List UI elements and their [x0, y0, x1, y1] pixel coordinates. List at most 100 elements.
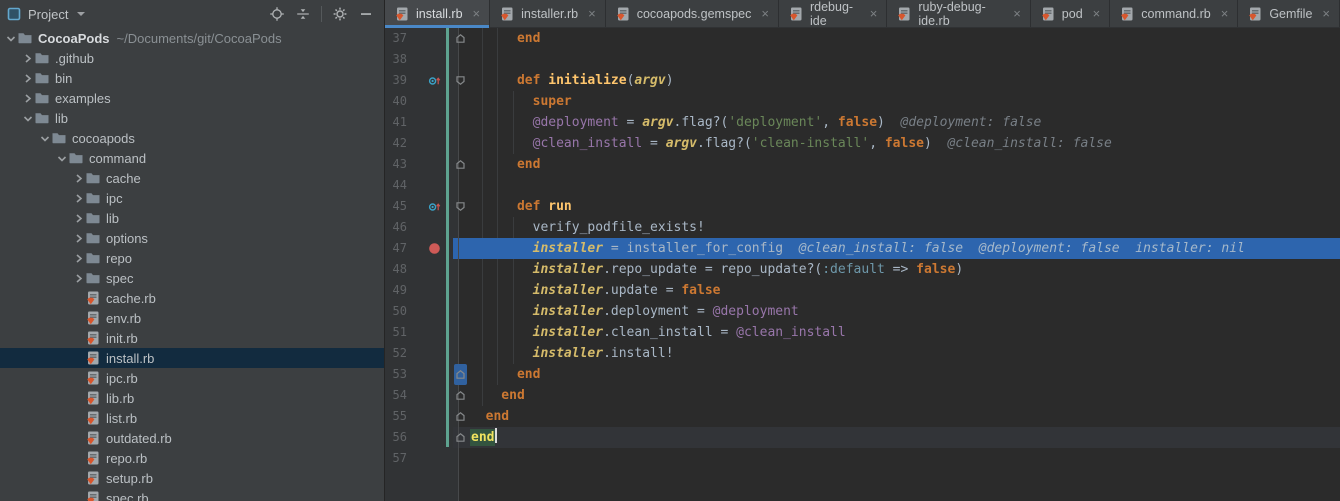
code-line-39[interactable]: 39 def initialize(argv)	[385, 70, 1340, 91]
code-line-37[interactable]: 37 end	[385, 28, 1340, 49]
locate-icon[interactable]	[269, 6, 285, 22]
code-text[interactable]: end	[453, 364, 1340, 385]
tree-item-CocoaPods[interactable]: CocoaPods~/Documents/git/CocoaPods	[0, 28, 384, 48]
tab-installer.rb[interactable]: installer.rb×	[490, 0, 606, 27]
project-view-selector[interactable]: Project	[6, 6, 85, 22]
tab-command.rb[interactable]: command.rb×	[1110, 0, 1238, 27]
code-text[interactable]: @deployment = argv.flag?('deployment', f…	[453, 112, 1340, 133]
code-line-46[interactable]: 46 verify_podfile_exists!	[385, 217, 1340, 238]
code-text[interactable]: def run	[453, 196, 1340, 217]
close-icon[interactable]: ×	[1013, 7, 1021, 20]
tree-item-spec.rb[interactable]: spec.rb	[0, 488, 384, 501]
code-text[interactable]: @clean_install = argv.flag?('clean-insta…	[453, 133, 1340, 154]
chevron-right-icon[interactable]	[71, 213, 85, 224]
code-line-41[interactable]: 41 @deployment = argv.flag?('deployment'…	[385, 112, 1340, 133]
code-text[interactable]	[453, 448, 1340, 469]
code-line-43[interactable]: 43 end	[385, 154, 1340, 175]
fold-close-icon[interactable]	[454, 28, 467, 49]
chevron-down-icon[interactable]	[37, 133, 51, 144]
tree-item-init.rb[interactable]: init.rb	[0, 328, 384, 348]
settings-gear-icon[interactable]	[332, 6, 348, 22]
fold-close-icon[interactable]	[454, 385, 467, 406]
code-text[interactable]: end	[453, 427, 1340, 448]
chevron-down-icon[interactable]	[54, 153, 68, 164]
breakpoint-icon[interactable]	[411, 238, 441, 259]
code-text[interactable]: end	[453, 154, 1340, 175]
tree-item-cache.rb[interactable]: cache.rb	[0, 288, 384, 308]
code-text[interactable]: end	[453, 406, 1340, 427]
code-line-42[interactable]: 42 @clean_install = argv.flag?('clean-in…	[385, 133, 1340, 154]
tab-rdebug-ide[interactable]: rdebug-ide×	[779, 0, 887, 27]
code-text[interactable]: installer.deployment = @deployment	[453, 301, 1340, 322]
fold-close-icon[interactable]	[454, 154, 467, 175]
code-text[interactable]: installer = installer_for_config@clean_i…	[453, 238, 1340, 259]
tree-item-lib[interactable]: lib	[0, 208, 384, 228]
code-line-57[interactable]: 57	[385, 448, 1340, 469]
code-line-56[interactable]: 56end	[385, 427, 1340, 448]
chevron-right-icon[interactable]	[71, 233, 85, 244]
code-text[interactable]: end	[453, 28, 1340, 49]
tree-item-repo.rb[interactable]: repo.rb	[0, 448, 384, 468]
code-line-52[interactable]: 52 installer.install!	[385, 343, 1340, 364]
code-text[interactable]: def initialize(argv)	[453, 70, 1340, 91]
code-line-51[interactable]: 51 installer.clean_install = @clean_inst…	[385, 322, 1340, 343]
chevron-right-icon[interactable]	[71, 193, 85, 204]
collapse-all-icon[interactable]	[295, 6, 311, 22]
chevron-right-icon[interactable]	[71, 253, 85, 264]
fold-close-icon[interactable]	[454, 406, 467, 427]
tree-item-examples[interactable]: examples	[0, 88, 384, 108]
code-line-55[interactable]: 55 end	[385, 406, 1340, 427]
close-icon[interactable]: ×	[1322, 7, 1330, 20]
code-line-38[interactable]: 38	[385, 49, 1340, 70]
chevron-right-icon[interactable]	[20, 53, 34, 64]
hide-panel-icon[interactable]	[358, 6, 374, 22]
code-line-50[interactable]: 50 installer.deployment = @deployment	[385, 301, 1340, 322]
code-text[interactable]: installer.install!	[453, 343, 1340, 364]
chevron-right-icon[interactable]	[71, 273, 85, 284]
tree-item-lib[interactable]: lib	[0, 108, 384, 128]
code-line-44[interactable]: 44	[385, 175, 1340, 196]
override-method-icon[interactable]	[411, 196, 441, 217]
code-line-45[interactable]: 45 def run	[385, 196, 1340, 217]
chevron-right-icon[interactable]	[20, 93, 34, 104]
fold-close-icon[interactable]	[454, 427, 467, 448]
code-text[interactable]: end	[453, 385, 1340, 406]
tree-item-command[interactable]: command	[0, 148, 384, 168]
close-icon[interactable]: ×	[588, 7, 596, 20]
fold-close-icon[interactable]	[454, 364, 467, 385]
code-line-53[interactable]: 53 end	[385, 364, 1340, 385]
chevron-right-icon[interactable]	[20, 73, 34, 84]
tree-item-lib.rb[interactable]: lib.rb	[0, 388, 384, 408]
tree-item-cocoapods[interactable]: cocoapods	[0, 128, 384, 148]
tree-item-ipc.rb[interactable]: ipc.rb	[0, 368, 384, 388]
code-text[interactable]: installer.clean_install = @clean_install	[453, 322, 1340, 343]
tree-item-env.rb[interactable]: env.rb	[0, 308, 384, 328]
code-text[interactable]: installer.repo_update = repo_update?(:de…	[453, 259, 1340, 280]
fold-open-icon[interactable]	[454, 70, 467, 91]
code-line-49[interactable]: 49 installer.update = false	[385, 280, 1340, 301]
chevron-right-icon[interactable]	[71, 173, 85, 184]
tree-item-outdated.rb[interactable]: outdated.rb	[0, 428, 384, 448]
close-icon[interactable]: ×	[870, 7, 878, 20]
code-line-48[interactable]: 48 installer.repo_update = repo_update?(…	[385, 259, 1340, 280]
tree-item-setup.rb[interactable]: setup.rb	[0, 468, 384, 488]
tree-item-ipc[interactable]: ipc	[0, 188, 384, 208]
code-text[interactable]	[453, 175, 1340, 196]
code-text[interactable]: super	[453, 91, 1340, 112]
fold-open-icon[interactable]	[454, 196, 467, 217]
code-text[interactable]: installer.update = false	[453, 280, 1340, 301]
override-method-icon[interactable]	[411, 70, 441, 91]
tab-install.rb[interactable]: install.rb×	[385, 0, 490, 27]
code-line-40[interactable]: 40 super	[385, 91, 1340, 112]
tree-item-bin[interactable]: bin	[0, 68, 384, 88]
chevron-down-icon[interactable]	[20, 113, 34, 124]
code-editor[interactable]: 37 end3839 def initialize(argv)40 super4…	[385, 28, 1340, 501]
code-line-54[interactable]: 54 end	[385, 385, 1340, 406]
tree-item-options[interactable]: options	[0, 228, 384, 248]
tree-item-cache[interactable]: cache	[0, 168, 384, 188]
code-text[interactable]: verify_podfile_exists!	[453, 217, 1340, 238]
tree-item-spec[interactable]: spec	[0, 268, 384, 288]
tree-item-install.rb[interactable]: install.rb	[0, 348, 384, 368]
code-text[interactable]	[453, 49, 1340, 70]
tree-item-list.rb[interactable]: list.rb	[0, 408, 384, 428]
